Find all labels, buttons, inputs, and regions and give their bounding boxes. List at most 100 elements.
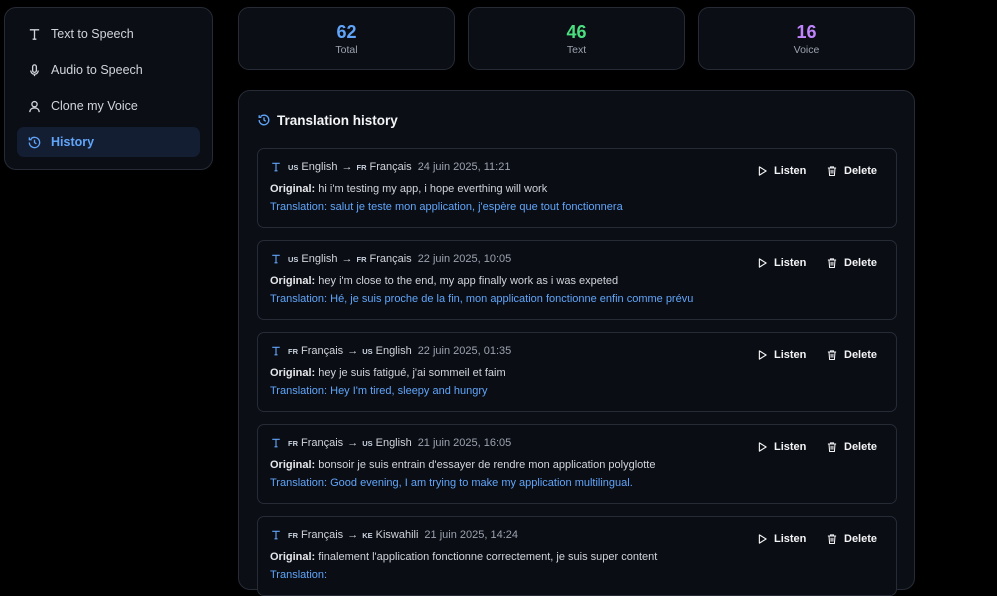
history-item-date: 22 juin 2025, 10:05 [417, 253, 512, 265]
original-text: Original: finalement l'application fonct… [270, 551, 657, 563]
translation-text: Translation: Good evening, I am trying t… [270, 477, 633, 489]
microphone-icon [26, 62, 42, 78]
trash-icon [827, 258, 837, 269]
delete-button[interactable]: Delete [826, 349, 877, 361]
delete-label: Delete [844, 165, 878, 177]
to-flag: US [362, 438, 373, 448]
history-item-meta: FR Français → US English 21 juin 2025, 1… [270, 437, 511, 449]
delete-label: Delete [844, 533, 878, 545]
play-icon [758, 442, 767, 452]
to-language: Kiswahili [375, 529, 419, 541]
trash-icon [827, 166, 837, 177]
delete-button[interactable]: Delete [826, 441, 877, 453]
sidebar-item-label: Clone my Voice [51, 99, 138, 113]
text-icon [272, 346, 280, 356]
to-flag: FR [356, 254, 367, 264]
text-icon [272, 438, 280, 448]
history-item-date: 21 juin 2025, 16:05 [417, 437, 512, 449]
to-flag: FR [356, 162, 367, 172]
sidebar-item-clone-voice[interactable]: Clone my Voice [17, 91, 200, 121]
sidebar-item-label: History [51, 135, 95, 149]
stat-voice: 16 Voice [698, 7, 915, 70]
original-text: Original: hi i'm testing my app, i hope … [270, 183, 547, 195]
text-icon [26, 26, 42, 42]
listen-label: Listen [774, 165, 807, 177]
text-icon [272, 162, 280, 172]
play-icon [758, 166, 767, 176]
from-flag: FR [288, 530, 298, 540]
listen-label: Listen [774, 533, 807, 545]
history-item-date: 21 juin 2025, 14:24 [424, 529, 518, 541]
translation-label: Translation: [270, 385, 328, 397]
original-label: Original: [270, 459, 316, 471]
history-item-meta: FR Français → US English 22 juin 2025, 0… [270, 345, 511, 357]
stat-text-value: 46 [566, 22, 587, 42]
listen-button[interactable]: Listen [756, 257, 806, 269]
panel-title: Translation history [257, 111, 896, 129]
user-icon [26, 98, 42, 114]
to-flag: KE [362, 530, 373, 540]
text-icon [272, 530, 280, 540]
delete-button[interactable]: Delete [826, 533, 877, 545]
original-value: bonsoir je suis entrain d'essayer de ren… [318, 459, 656, 471]
original-value: hey i'm close to the end, my app finally… [318, 275, 619, 287]
arrow-right-icon: → [347, 437, 359, 449]
arrow-right-icon: → [341, 161, 353, 173]
play-icon [758, 258, 767, 268]
history-item-meta: FR Français → KE Kiswahili 21 juin 2025,… [270, 529, 518, 541]
original-text: Original: bonsoir je suis entrain d'essa… [270, 459, 655, 471]
listen-label: Listen [774, 441, 807, 453]
to-flag: US [362, 346, 373, 356]
play-icon [758, 534, 767, 544]
sidebar: Text to Speech Audio to Speech Clone my … [4, 7, 213, 170]
to-language: English [375, 437, 412, 449]
translation-text: Translation: Hey I'm tired, sleepy and h… [270, 385, 488, 397]
history-icon [26, 134, 42, 150]
from-language: English [301, 161, 338, 173]
listen-button[interactable]: Listen [756, 165, 806, 177]
listen-button[interactable]: Listen [756, 349, 806, 361]
from-flag: FR [288, 346, 298, 356]
panel-title-text: Translation history [277, 112, 398, 128]
sidebar-item-label: Text to Speech [51, 27, 134, 41]
sidebar-item-text-to-speech[interactable]: Text to Speech [17, 19, 200, 49]
history-item-date: 24 juin 2025, 11:21 [417, 161, 511, 173]
history-item: FR Français → US English 22 juin 2025, 0… [257, 332, 897, 412]
to-language: Français [369, 161, 412, 173]
delete-button[interactable]: Delete [826, 257, 877, 269]
sidebar-item-audio-to-speech[interactable]: Audio to Speech [17, 55, 200, 85]
translation-text: Translation: salut je teste mon applicat… [270, 201, 623, 213]
listen-button[interactable]: Listen [756, 533, 806, 545]
stat-total-value: 62 [336, 22, 357, 42]
delete-label: Delete [844, 257, 878, 269]
original-label: Original: [270, 183, 316, 195]
trash-icon [827, 350, 837, 361]
translation-text: Translation: [270, 569, 327, 581]
history-item-meta: US English → FR Français 22 juin 2025, 1… [270, 253, 511, 265]
history-item: FR Français → US English 21 juin 2025, 1… [257, 424, 897, 504]
original-value: hi i'm testing my app, i hope everthing … [318, 183, 548, 195]
translation-value: salut je teste mon application, j'espère… [330, 201, 623, 213]
original-value: finalement l'application fonctionne corr… [318, 551, 658, 563]
sidebar-item-label: Audio to Speech [51, 63, 143, 77]
original-label: Original: [270, 367, 316, 379]
listen-label: Listen [774, 257, 807, 269]
from-language: Français [301, 437, 344, 449]
stat-text: 46 Text [468, 7, 685, 70]
from-language: English [301, 253, 338, 265]
from-flag: US [288, 162, 299, 172]
history-item: US English → FR Français 24 juin 2025, 1… [257, 148, 897, 228]
arrow-right-icon: → [347, 345, 359, 357]
delete-button[interactable]: Delete [826, 165, 877, 177]
original-label: Original: [270, 275, 316, 287]
stat-total-label: Total [335, 44, 358, 56]
stat-voice-value: 16 [796, 22, 817, 42]
stat-total: 62 Total [238, 7, 455, 70]
arrow-right-icon: → [341, 253, 353, 265]
text-icon [272, 254, 280, 264]
translation-label: Translation: [270, 201, 328, 213]
translation-value: Hey I'm tired, sleepy and hungry [330, 385, 488, 397]
original-value: hey je suis fatigué, j'ai sommeil et fai… [318, 367, 506, 379]
sidebar-item-history[interactable]: History [17, 127, 200, 157]
listen-button[interactable]: Listen [756, 441, 806, 453]
